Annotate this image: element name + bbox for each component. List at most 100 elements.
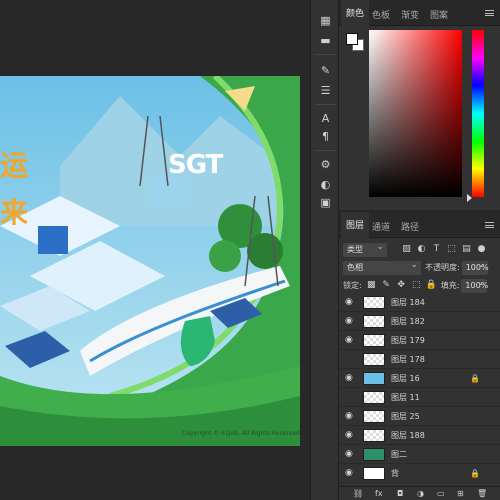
document-canvas-area[interactable]: 运 来 SGT Copyright © 51job. All Rights Re… bbox=[0, 0, 310, 500]
layer-row[interactable]: ◉ 图层 11 bbox=[339, 388, 500, 407]
layer-name[interactable]: 图层 179 bbox=[391, 335, 425, 346]
layer-name[interactable]: 图层 184 bbox=[391, 297, 425, 308]
visibility-eye-icon[interactable]: ◉ bbox=[345, 298, 356, 307]
lock-pixels-icon[interactable]: ✎ bbox=[381, 280, 392, 291]
layer-lock-icon: 🔒 bbox=[470, 468, 480, 478]
layer-thumbnail bbox=[363, 390, 385, 404]
new-group-icon[interactable]: ▭ bbox=[437, 489, 445, 498]
visibility-eye-icon[interactable]: ◉ bbox=[345, 431, 356, 440]
artwork-illustration bbox=[0, 76, 300, 446]
lock-position-icon[interactable]: ✥ bbox=[396, 280, 407, 291]
layer-row[interactable]: ◉ 图层 25 bbox=[339, 407, 500, 426]
hue-slider-handle[interactable] bbox=[467, 194, 472, 202]
layer-name[interactable]: 图二 bbox=[391, 449, 407, 460]
layer-thumbnail bbox=[363, 295, 385, 309]
libraries-icon[interactable]: ▣ bbox=[317, 194, 334, 211]
lock-fill-row: 锁定: ▩ ✎ ✥ ⬚ 🔒 填充: 100% bbox=[343, 276, 496, 294]
opacity-input[interactable]: 100% bbox=[461, 258, 489, 275]
layer-thumbnail bbox=[363, 371, 385, 385]
lock-transparent-icon[interactable]: ▩ bbox=[366, 280, 377, 291]
lock-label: 锁定: bbox=[343, 281, 362, 290]
tab-swatches[interactable]: 色板 bbox=[372, 8, 390, 21]
layer-row[interactable]: ◉ 图层 184 bbox=[339, 293, 500, 312]
tab-color[interactable]: 颜色 bbox=[341, 0, 370, 26]
visibility-eye-icon[interactable]: ◉ bbox=[345, 336, 356, 345]
layer-row[interactable]: ◉ 图层 182 bbox=[339, 312, 500, 331]
photoshop-window: 运 来 SGT Copyright © 51job. All Rights Re… bbox=[0, 0, 500, 500]
filter-type-icon[interactable]: T bbox=[431, 244, 442, 255]
visibility-eye-icon[interactable]: ◉ bbox=[345, 374, 356, 383]
opacity-label: 不透明度: bbox=[425, 263, 460, 272]
filter-pixel-icon[interactable]: ▨ bbox=[401, 244, 412, 255]
layer-name[interactable]: 图层 11 bbox=[391, 392, 420, 403]
layer-thumbnail bbox=[363, 352, 385, 366]
color-panel-tabs: 颜色 色板 渐变 图案 bbox=[339, 0, 500, 26]
add-mask-icon[interactable]: ◘ bbox=[397, 489, 403, 498]
visibility-eye-icon[interactable]: ◉ bbox=[345, 469, 356, 478]
layer-name[interactable]: 图层 188 bbox=[391, 430, 425, 441]
layer-thumbnail bbox=[363, 428, 385, 442]
layer-row[interactable]: ◉ 背 🔒 bbox=[339, 464, 500, 483]
filter-smart-object-icon[interactable]: ▤ bbox=[461, 244, 472, 255]
new-layer-icon[interactable]: ⊞ bbox=[457, 489, 464, 498]
art-headline-char-1: 运 bbox=[0, 149, 29, 182]
layer-row[interactable]: ◉ 图二 bbox=[339, 445, 500, 464]
fill-value: 100% bbox=[465, 280, 489, 290]
delete-layer-icon[interactable]: 🗑 bbox=[477, 489, 487, 498]
link-layers-icon[interactable]: ⛓ bbox=[353, 489, 363, 498]
fill-label: 填充: bbox=[440, 281, 460, 290]
visibility-eye-icon[interactable]: ◉ bbox=[345, 450, 356, 459]
panel-toolstrip: ▦ ▬ ✎ ☰ A ¶ ⚙ ◐ ▣ bbox=[310, 0, 339, 500]
layer-name[interactable]: 图层 25 bbox=[391, 411, 420, 422]
layer-name[interactable]: 背 bbox=[391, 468, 399, 479]
type-icon[interactable]: A bbox=[317, 110, 334, 127]
layers-panel-menu-icon[interactable] bbox=[485, 222, 494, 228]
visibility-eye-icon[interactable]: ◉ bbox=[345, 412, 356, 421]
brush-icon[interactable]: ✎ bbox=[317, 62, 334, 79]
lock-all-icon[interactable]: 🔒 bbox=[426, 280, 437, 291]
adjust-icon[interactable]: ☰ bbox=[317, 82, 334, 99]
layer-row[interactable]: ◉ 图层 188 bbox=[339, 426, 500, 445]
blend-mode-dropdown[interactable]: 色相 bbox=[343, 258, 421, 275]
tab-patterns[interactable]: 图案 bbox=[430, 8, 448, 21]
styles-icon[interactable]: ◐ bbox=[317, 176, 334, 193]
artwork-image: 运 来 SGT bbox=[0, 76, 300, 446]
layer-thumbnail bbox=[363, 466, 385, 480]
filter-adjustment-icon[interactable]: ◐ bbox=[416, 244, 427, 255]
filter-kind-label: 类型 bbox=[347, 244, 363, 254]
paragraph-icon[interactable]: ¶ bbox=[317, 128, 334, 145]
filter-toggle-icon[interactable]: ● bbox=[476, 244, 487, 255]
layers-panel-tabs: 图层 通道 路径 bbox=[339, 212, 500, 238]
art-headline-char-2: 来 bbox=[0, 196, 29, 229]
layer-row[interactable]: ◉ 图层 179 bbox=[339, 331, 500, 350]
comment-icon[interactable]: ▬ bbox=[317, 32, 334, 49]
color-field[interactable] bbox=[369, 30, 462, 197]
art-copyright-text: Copyright © 51job. All Rights Reserved bbox=[182, 430, 300, 437]
layer-effects-icon[interactable]: fx bbox=[375, 489, 383, 498]
new-adjustment-icon[interactable]: ◑ bbox=[417, 489, 424, 498]
art-logo-text: SGT bbox=[168, 150, 223, 180]
layer-name[interactable]: 图层 182 bbox=[391, 316, 425, 327]
tab-gradients[interactable]: 渐变 bbox=[401, 8, 419, 21]
blend-opacity-row: 色相 不透明度: 100% bbox=[343, 258, 496, 276]
lock-artboard-icon[interactable]: ⬚ bbox=[411, 280, 422, 291]
tab-channels[interactable]: 通道 bbox=[372, 220, 390, 233]
layer-name[interactable]: 图层 178 bbox=[391, 354, 425, 365]
color-panel-menu-icon[interactable] bbox=[485, 10, 494, 16]
history-icon[interactable]: ▦ bbox=[317, 12, 334, 29]
properties-icon[interactable]: ⚙ bbox=[317, 156, 334, 173]
layer-thumbnail bbox=[363, 314, 385, 328]
layers-bottom-bar: ⛓ fx ◘ ◑ ▭ ⊞ 🗑 bbox=[339, 486, 500, 500]
visibility-eye-icon[interactable]: ◉ bbox=[345, 317, 356, 326]
filter-shape-icon[interactable]: ⬚ bbox=[446, 244, 457, 255]
layer-name[interactable]: 图层 16 bbox=[391, 373, 420, 384]
fill-input[interactable]: 100% bbox=[461, 276, 489, 293]
filter-kind-dropdown[interactable]: 类型 bbox=[343, 240, 387, 257]
layer-lock-icon: 🔒 bbox=[470, 373, 480, 383]
tab-layers[interactable]: 图层 bbox=[341, 212, 370, 238]
foreground-color-swatch[interactable] bbox=[346, 33, 358, 45]
hue-slider[interactable] bbox=[472, 30, 484, 197]
tab-paths[interactable]: 路径 bbox=[401, 220, 419, 233]
layer-row[interactable]: ◉ 图层 16 🔒 bbox=[339, 369, 500, 388]
layer-row[interactable]: ◉ 图层 178 bbox=[339, 350, 500, 369]
